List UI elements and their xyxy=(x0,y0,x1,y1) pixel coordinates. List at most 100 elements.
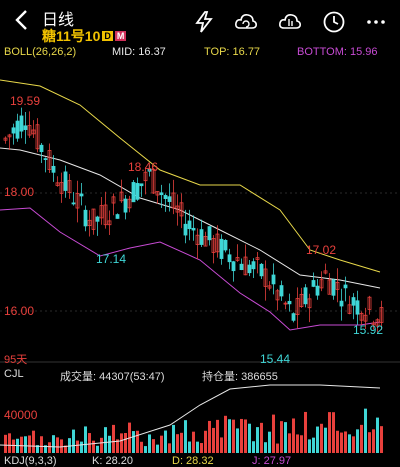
candle-down xyxy=(343,284,348,289)
volume-bar xyxy=(232,419,235,453)
volume-bar xyxy=(348,434,351,453)
volume-bar xyxy=(184,420,187,453)
volume-bar xyxy=(56,437,59,453)
candle-down xyxy=(259,263,264,277)
candle-down xyxy=(339,300,344,307)
volume-bar xyxy=(60,439,63,453)
volume-bar xyxy=(168,443,171,453)
candle-down xyxy=(279,285,284,297)
volume-bar xyxy=(236,428,239,453)
volume-bar xyxy=(124,432,127,453)
candle-down xyxy=(23,125,28,130)
volume-bar xyxy=(204,430,207,453)
volume-name: CJL xyxy=(4,368,24,380)
candle-down xyxy=(43,158,48,161)
kdj-k: K: 28.20 xyxy=(92,455,133,467)
kdj-j: J: 27.97 xyxy=(252,455,292,467)
candle-down xyxy=(219,238,224,259)
volume-bar xyxy=(248,423,251,453)
price-chart[interactable] xyxy=(0,60,400,365)
candle-down xyxy=(135,183,140,200)
candle-down xyxy=(351,297,356,306)
cloud-chart-icon[interactable] xyxy=(278,10,302,34)
cloud-refresh-icon[interactable] xyxy=(234,10,258,34)
candle-down xyxy=(51,165,56,173)
volume-bar xyxy=(216,419,219,453)
volume-bar xyxy=(96,445,99,453)
candle-down xyxy=(159,192,164,196)
volume-bar xyxy=(160,435,163,453)
kdj-name: KDJ(9,3,3) xyxy=(4,455,57,467)
volume-bar xyxy=(120,433,123,453)
lightning-icon[interactable] xyxy=(192,10,216,34)
volume-bar xyxy=(360,424,363,453)
candle-down xyxy=(95,216,100,222)
candle-down xyxy=(11,127,16,134)
volume-bar xyxy=(152,439,155,453)
volume-bar xyxy=(220,437,223,453)
clock-icon[interactable] xyxy=(322,10,346,34)
volume-bar xyxy=(176,434,179,453)
volume-bar xyxy=(108,435,111,453)
candle-down xyxy=(199,229,204,245)
volume-bar xyxy=(208,420,211,453)
volume-bar xyxy=(144,446,147,453)
volume-bar xyxy=(224,415,227,453)
volume-bar xyxy=(280,421,283,453)
volume-bar xyxy=(228,419,231,453)
candle-down xyxy=(39,144,44,153)
volume-bar xyxy=(100,437,103,453)
volume-bar xyxy=(340,432,343,453)
volume-bar xyxy=(12,439,15,453)
more-icon[interactable] xyxy=(364,10,388,34)
volume-bar xyxy=(308,439,311,453)
candle-down xyxy=(15,120,20,139)
volume-bar xyxy=(256,427,259,453)
candle-down xyxy=(139,183,144,187)
volume-bar xyxy=(264,442,267,453)
candle-down xyxy=(63,171,68,191)
volume-bar xyxy=(328,412,331,453)
volume-bar xyxy=(164,430,167,453)
top-bar: 日线 糖11号10 D M xyxy=(0,0,400,44)
period-label: 95天 xyxy=(4,354,28,366)
volume-bar xyxy=(332,412,335,453)
volume-bar xyxy=(344,431,347,453)
candle-down xyxy=(311,280,316,287)
volume-bar xyxy=(28,435,31,453)
volume-bar xyxy=(288,433,291,453)
candle-down xyxy=(187,220,192,230)
volume-bar xyxy=(40,436,43,453)
volume-chart[interactable] xyxy=(0,383,400,453)
high-label-3: 17.02 xyxy=(306,243,337,257)
volume-bar xyxy=(312,437,315,453)
volume-bar xyxy=(352,436,355,453)
volume-open-interest: 持仓量: 386655 xyxy=(202,371,278,383)
last-price-label: 15.92 xyxy=(353,323,384,337)
candle-down xyxy=(131,182,136,203)
volume-bar xyxy=(316,426,319,453)
candle-down xyxy=(79,193,84,197)
volume-bar xyxy=(240,418,243,453)
volume-bar xyxy=(20,436,23,453)
low-label-2: 15.44 xyxy=(260,352,291,366)
candle-down xyxy=(331,279,336,296)
volume-bar xyxy=(252,441,255,453)
back-icon[interactable] xyxy=(10,8,34,32)
candle-down xyxy=(303,287,308,305)
volume-bar xyxy=(188,441,191,453)
volume-bar xyxy=(48,442,51,453)
candle-down xyxy=(239,263,244,271)
kdj-d: D: 28.32 xyxy=(172,455,214,467)
candle-down xyxy=(123,198,128,213)
volume-bar xyxy=(132,431,135,453)
volume-turnover: 成交量: 44307(53:47) xyxy=(60,371,165,383)
volume-bar xyxy=(80,441,83,453)
volume-bar xyxy=(272,414,275,453)
tag-m: M xyxy=(114,31,127,41)
price-axis-18: 18.00 xyxy=(4,185,35,199)
volume-bar xyxy=(180,432,183,453)
volume-bar xyxy=(284,422,287,453)
volume-bar xyxy=(212,427,215,453)
volume-bar xyxy=(192,431,195,453)
